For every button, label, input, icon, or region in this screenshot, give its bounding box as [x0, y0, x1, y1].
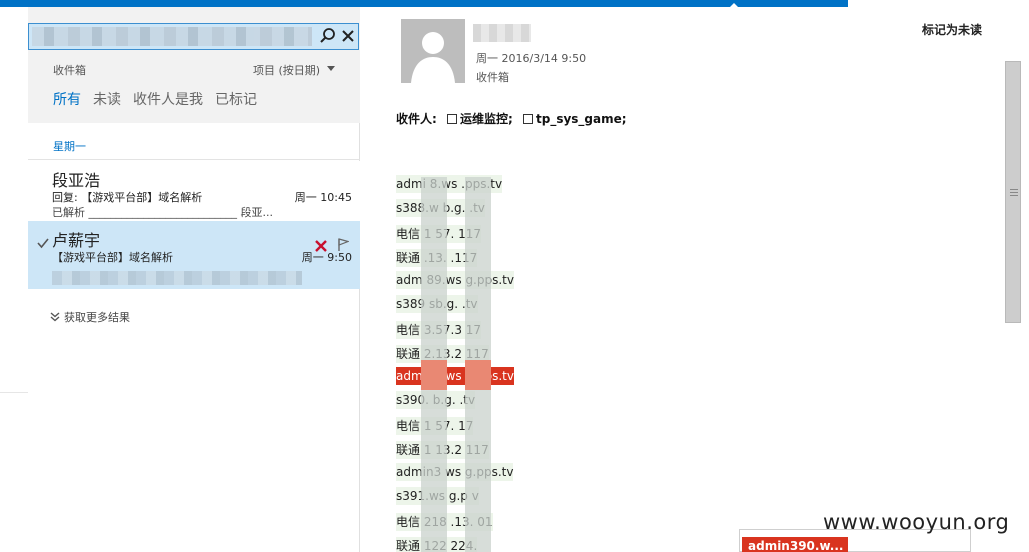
group-header: 星期一	[53, 140, 86, 153]
message-folder: 收件箱	[476, 71, 509, 84]
search-input[interactable]: ████████████████	[32, 27, 312, 46]
redaction-highlight	[465, 360, 491, 390]
filter-flagged[interactable]: 已标记	[215, 89, 257, 109]
top-bar	[0, 0, 848, 7]
grip-icon	[1010, 189, 1018, 196]
left-strip-divider	[0, 392, 28, 393]
filter-unread[interactable]: 未读	[93, 89, 121, 109]
scrollbar[interactable]	[1005, 7, 1029, 552]
check-icon[interactable]	[37, 237, 49, 249]
watermark: www.wooyun.org	[823, 510, 1010, 534]
redacted-preview	[52, 271, 302, 285]
mail-subject: 回复: 【游戏平台部】域名解析	[52, 191, 203, 204]
checkbox-icon	[523, 114, 533, 124]
redacted-sender	[473, 24, 531, 42]
search-box[interactable]: ████████████████	[28, 23, 359, 50]
list-item[interactable]: 段亚浩 回复: 【游戏平台部】域名解析 周一 10:45 已解析 _______…	[28, 161, 360, 227]
message-list-pane: ████████████████ 收件箱 项目 (按日期) 所有 未读 收件人是…	[28, 7, 360, 552]
scroll-thumb[interactable]	[1005, 61, 1021, 323]
reading-pane: 周一 2016/3/14 9:50 收件箱 标记为未读 收件人: 运维监控; t…	[361, 7, 1005, 552]
recipients-line: 收件人: 运维监控; tp_sys_game;	[396, 110, 627, 127]
recipient[interactable]: tp_sys_game;	[536, 112, 627, 126]
mail-preview: 已解析 ___________________________ 段亚...	[52, 206, 273, 219]
chevron-down-icon[interactable]	[327, 66, 335, 71]
body-line-text: admin3 ws g.pps.tv	[396, 463, 514, 481]
body-line-text: adm 90.ws g.pps.tv	[396, 367, 514, 385]
mail-date: 周一 10:45	[294, 191, 352, 204]
mail-sender: 段亚浩	[52, 171, 101, 190]
filter-all[interactable]: 所有	[53, 89, 81, 109]
sort-dropdown[interactable]: 项目 (按日期)	[253, 62, 320, 78]
checkbox-icon	[447, 114, 457, 124]
double-chevron-down-icon[interactable]	[50, 312, 60, 322]
recipient[interactable]: 运维监控;	[460, 112, 513, 126]
more-results-link[interactable]: 获取更多结果	[64, 309, 130, 325]
popup-text: admin390.w...	[742, 537, 848, 552]
close-icon[interactable]	[339, 27, 357, 45]
recipients-label: 收件人:	[396, 112, 437, 126]
mail-subject: 【游戏平台部】域名解析	[52, 251, 173, 264]
mail-sender: 卢薪宇	[52, 231, 101, 250]
folder-label: 收件箱	[53, 64, 86, 77]
group-divider	[28, 159, 360, 160]
message-date: 周一 2016/3/14 9:50	[476, 52, 587, 65]
body-line-text: adm 89.ws g.pps.tv	[396, 271, 514, 289]
search-icon[interactable]	[319, 27, 337, 45]
filter-to-me[interactable]: 收件人是我	[133, 89, 203, 109]
left-nav-strip	[0, 7, 28, 552]
mail-date: 周一 9:50	[301, 251, 352, 264]
avatar	[401, 19, 465, 83]
list-item-selected[interactable]: 卢薪宇 【游戏平台部】域名解析 周一 9:50	[28, 221, 360, 289]
person-icon	[401, 19, 465, 83]
mark-unread-button[interactable]: 标记为未读	[922, 21, 982, 38]
filter-tabs: 所有 未读 收件人是我 已标记	[53, 89, 269, 109]
redaction-highlight	[421, 360, 447, 390]
